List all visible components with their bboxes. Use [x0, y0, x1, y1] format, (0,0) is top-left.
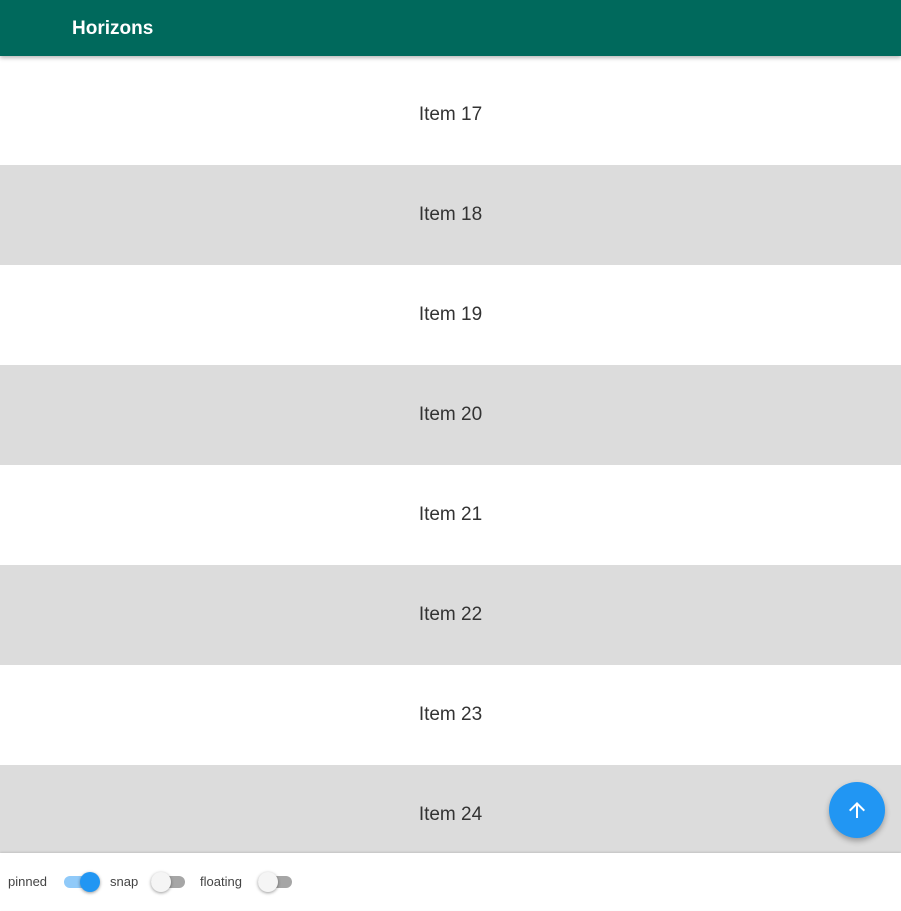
list-item-label: Item 22: [418, 604, 483, 625]
switch-thumb: [258, 872, 278, 892]
switch-thumb: [80, 872, 100, 892]
list-item-label: Item 19: [418, 304, 483, 325]
list-item-label: Item 20: [418, 404, 483, 425]
arrow-up-icon: [849, 802, 865, 818]
app-bar: Horizons: [0, 0, 901, 56]
list-item-label: Item 21: [418, 504, 483, 525]
floating-switch[interactable]: [254, 853, 294, 911]
scroll-to-top-button[interactable]: [829, 782, 885, 838]
app-bar-title: Horizons: [72, 18, 154, 39]
snap-label: snap: [110, 874, 139, 889]
list-item: Item 23: [0, 665, 901, 765]
list-item: Item 22: [0, 565, 901, 665]
list-item-label: Item 24: [418, 804, 483, 825]
pinned-switch[interactable]: [60, 853, 100, 911]
list-item: Item 21: [0, 465, 901, 565]
snap-switch[interactable]: [147, 853, 187, 911]
options-bar: pinned snap floating: [0, 853, 901, 910]
list-item: Item 19: [0, 265, 901, 365]
list-item-label: Item 18: [418, 204, 483, 225]
switch-thumb: [151, 872, 171, 892]
list-item-label: Item 17: [418, 104, 483, 125]
pinned-label: pinned: [8, 874, 48, 889]
item-list[interactable]: Item 17 Item 18 Item 19 Item 20 Item 21 …: [0, 0, 901, 910]
list-item: Item 17: [0, 65, 901, 165]
floating-label: floating: [200, 874, 242, 889]
list-item: Item 24: [0, 765, 901, 865]
list-item: Item 20: [0, 365, 901, 465]
list-item-label: Item 23: [418, 704, 483, 725]
list-item: Item 18: [0, 165, 901, 265]
